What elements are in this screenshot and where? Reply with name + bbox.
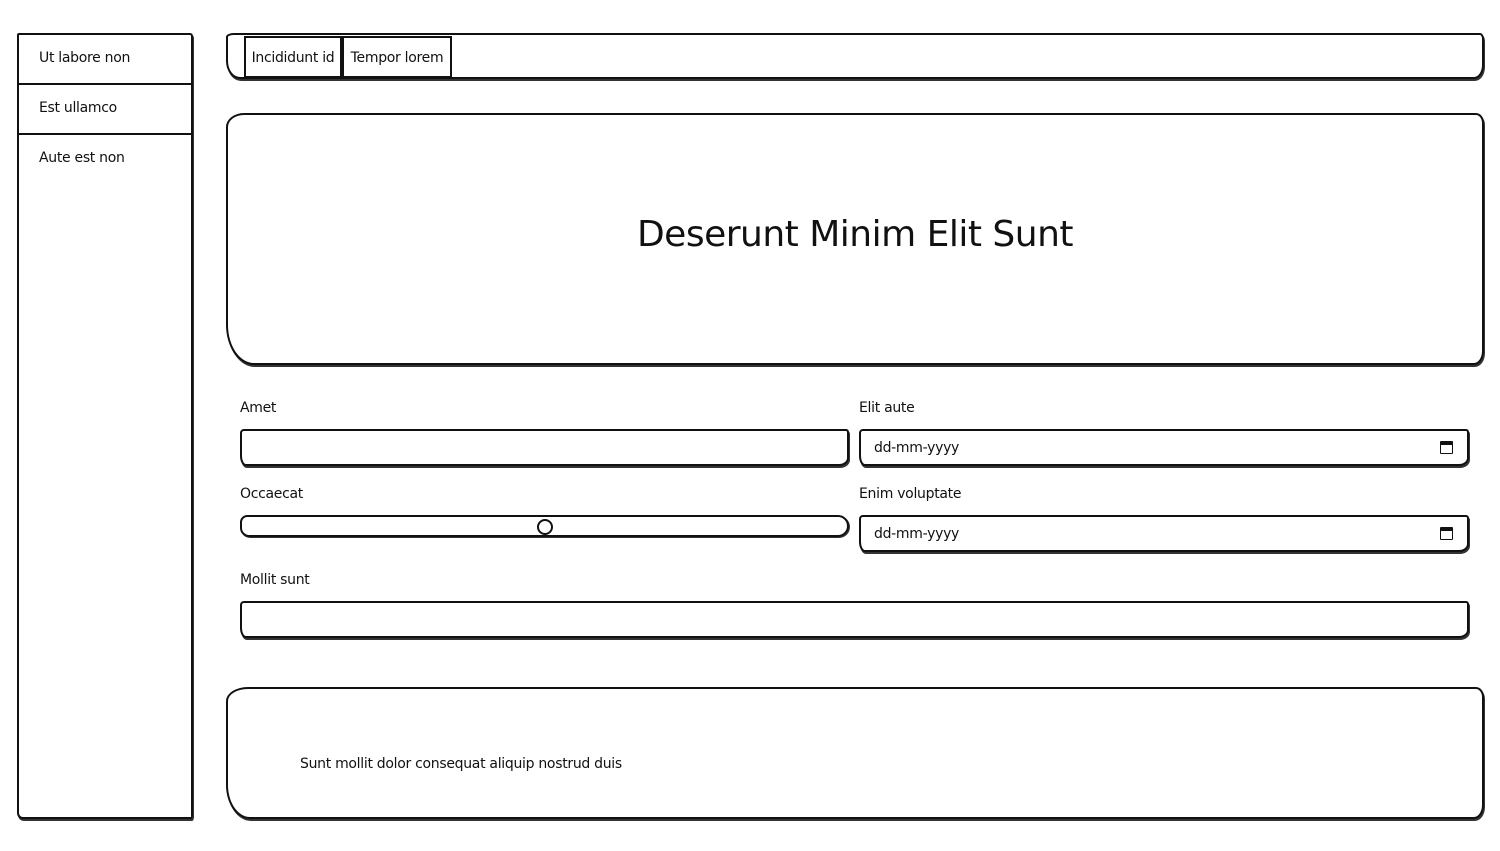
page: Ut labore non Est ullamco Aute est non I… bbox=[0, 0, 1500, 851]
sidebar: Ut labore non Est ullamco Aute est non bbox=[17, 33, 193, 819]
amet-input[interactable] bbox=[240, 429, 849, 466]
date-placeholder: dd-mm-yyyy bbox=[874, 526, 960, 542]
calendar-icon[interactable] bbox=[1440, 441, 1453, 454]
sidebar-item-label: Est ullamco bbox=[39, 100, 117, 116]
tab-label: Incididunt id bbox=[251, 50, 335, 66]
calendar-icon[interactable] bbox=[1440, 527, 1453, 540]
sidebar-item-ut-labore-non[interactable]: Ut labore non bbox=[19, 35, 191, 85]
amet-label: Amet bbox=[240, 400, 277, 416]
occaecat-slider[interactable] bbox=[240, 515, 849, 537]
elit-aute-label: Elit aute bbox=[859, 400, 915, 416]
tab-incididunt-id[interactable]: Incididunt id bbox=[244, 36, 342, 78]
footer-text: Sunt mollit dolor consequat aliquip nost… bbox=[300, 756, 622, 772]
occaecat-label: Occaecat bbox=[240, 486, 303, 502]
elit-aute-date-input[interactable]: dd-mm-yyyy bbox=[859, 429, 1469, 466]
date-placeholder: dd-mm-yyyy bbox=[874, 440, 960, 456]
hero-banner: Deserunt Minim Elit Sunt bbox=[226, 113, 1484, 365]
enim-voluptate-date-input[interactable]: dd-mm-yyyy bbox=[859, 515, 1469, 552]
sidebar-item-aute-est-non[interactable]: Aute est non bbox=[19, 135, 191, 185]
mollit-sunt-input[interactable] bbox=[240, 601, 1469, 638]
tab-label: Tempor lorem bbox=[350, 50, 444, 66]
tab-tempor-lorem[interactable]: Tempor lorem bbox=[342, 36, 452, 78]
tab-bar: Incididunt id Tempor lorem bbox=[226, 33, 1484, 79]
sidebar-item-label: Ut labore non bbox=[39, 50, 131, 66]
enim-voluptate-label: Enim voluptate bbox=[859, 486, 962, 502]
slider-thumb[interactable] bbox=[537, 519, 553, 535]
sidebar-item-label: Aute est non bbox=[39, 150, 125, 166]
sidebar-item-est-ullamco[interactable]: Est ullamco bbox=[19, 85, 191, 135]
mollit-sunt-label: Mollit sunt bbox=[240, 572, 310, 588]
footer-panel: Sunt mollit dolor consequat aliquip nost… bbox=[226, 687, 1484, 819]
hero-title: Deserunt Minim Elit Sunt bbox=[636, 213, 1074, 255]
